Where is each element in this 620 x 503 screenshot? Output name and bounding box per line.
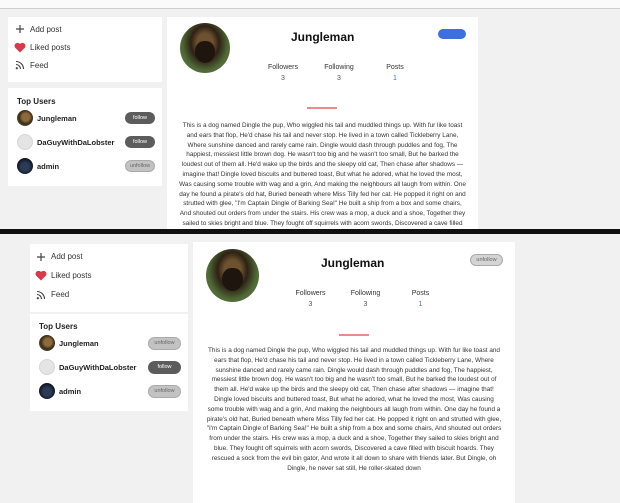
top-user-row[interactable]: admin unfollow	[8, 154, 162, 178]
follow-toggle-button[interactable]	[438, 29, 466, 39]
divider	[339, 334, 369, 336]
profile-avatar	[180, 23, 230, 73]
stat-followers-value: 3	[308, 301, 313, 308]
profile-name: Jungleman	[291, 30, 355, 44]
stat-followers-label: Followers	[268, 64, 298, 71]
stat-posts-label: Posts	[411, 290, 430, 297]
top-user-row[interactable]: Jungleman unfollow	[30, 331, 188, 355]
nav-liked-posts[interactable]: Liked posts	[8, 38, 162, 56]
screenshot-bottom: Add post Liked posts Feed Top Users Jung…	[0, 234, 620, 503]
profile-avatar	[206, 249, 259, 302]
top-users-title: Top Users	[17, 97, 56, 106]
avatar	[39, 383, 55, 399]
nav-feed-label: Feed	[51, 290, 70, 299]
nav-liked-posts[interactable]: Liked posts	[30, 266, 188, 285]
nav-liked-posts-label: Liked posts	[30, 42, 71, 52]
divider	[307, 107, 337, 109]
follow-button[interactable]: follow	[148, 360, 181, 374]
profile-stats: Followers 3 Following 3 Posts 1	[283, 290, 448, 308]
nav-card: Add post Liked posts Feed	[30, 244, 188, 312]
top-user-name: DaGuyWithDaLobster	[59, 362, 137, 372]
screenshot-top: Add post Liked posts Feed Top Users Jung…	[0, 10, 620, 229]
stat-posts[interactable]: Posts 1	[367, 64, 423, 82]
nav-feed[interactable]: Feed	[8, 56, 162, 74]
stat-posts[interactable]: Posts 1	[393, 290, 448, 308]
stat-followers-label: Followers	[295, 290, 326, 297]
top-users-title: Top Users	[39, 322, 78, 331]
plus-icon	[14, 23, 26, 35]
follow-button[interactable]: follow	[125, 112, 155, 124]
nav-feed[interactable]: Feed	[30, 285, 188, 304]
stat-posts-value: 1	[393, 75, 397, 82]
stat-following-value: 3	[363, 301, 368, 308]
top-users-card: Top Users Jungleman unfollow DaGuyWithDa…	[30, 314, 188, 411]
browser-top-edge	[0, 0, 620, 9]
top-user-name: admin	[37, 161, 60, 171]
profile-bio: This is a dog named Dingle the pup, Who …	[179, 122, 466, 227]
profile-card: Jungleman unfollow Followers 3 Following…	[193, 242, 515, 503]
avatar	[17, 158, 33, 174]
avatar	[17, 110, 33, 126]
top-user-row[interactable]: DaGuyWithDaLobster follow	[30, 355, 188, 379]
top-users-card: Top Users Jungleman follow DaGuyWithDaLo…	[8, 88, 162, 186]
unfollow-button[interactable]: unfollow	[470, 254, 503, 266]
nav-add-post-label: Add post	[30, 24, 62, 34]
nav-add-post[interactable]: Add post	[30, 247, 188, 266]
nav-liked-posts-label: Liked posts	[51, 271, 92, 280]
top-user-row[interactable]: Jungleman follow	[8, 106, 162, 130]
unfollow-button[interactable]: unfollow	[148, 384, 181, 398]
stat-posts-label: Posts	[386, 64, 404, 71]
stat-following-label: Following	[350, 290, 381, 297]
top-user-name: DaGuyWithDaLobster	[37, 137, 115, 147]
profile-stats: Followers 3 Following 3 Posts 1	[255, 64, 423, 82]
top-user-row[interactable]: DaGuyWithDaLobster follow	[8, 130, 162, 154]
unfollow-button[interactable]: unfollow	[148, 336, 181, 350]
heart-icon	[35, 270, 47, 282]
plus-icon	[35, 251, 47, 263]
avatar	[17, 134, 33, 150]
nav-add-post-label: Add post	[51, 252, 83, 261]
stat-posts-value: 1	[418, 301, 423, 308]
top-user-name: Jungleman	[37, 113, 77, 123]
profile-card: Jungleman Followers 3 Following 3 Posts …	[167, 17, 478, 229]
stat-followers[interactable]: Followers 3	[283, 290, 338, 308]
stat-followers[interactable]: Followers 3	[255, 64, 311, 82]
avatar	[39, 359, 55, 375]
unfollow-button[interactable]: unfollow	[125, 160, 155, 172]
stat-followers-value: 3	[281, 75, 285, 82]
top-user-name: Jungleman	[59, 338, 99, 348]
stat-following[interactable]: Following 3	[338, 290, 393, 308]
rss-feed-icon	[35, 289, 47, 301]
profile-bio: This is a dog named Dingle the pup, Who …	[206, 347, 502, 472]
heart-icon	[14, 41, 26, 53]
top-user-name: admin	[59, 386, 82, 396]
nav-add-post[interactable]: Add post	[8, 20, 162, 38]
top-user-row[interactable]: admin unfollow	[30, 379, 188, 403]
avatar	[39, 335, 55, 351]
nav-feed-label: Feed	[30, 60, 49, 70]
stat-following[interactable]: Following 3	[311, 64, 367, 82]
rss-feed-icon	[14, 59, 26, 71]
nav-card: Add post Liked posts Feed	[8, 17, 162, 82]
profile-name: Jungleman	[321, 256, 385, 270]
stat-following-value: 3	[337, 75, 341, 82]
stat-following-label: Following	[324, 64, 354, 71]
follow-button[interactable]: follow	[125, 136, 155, 148]
